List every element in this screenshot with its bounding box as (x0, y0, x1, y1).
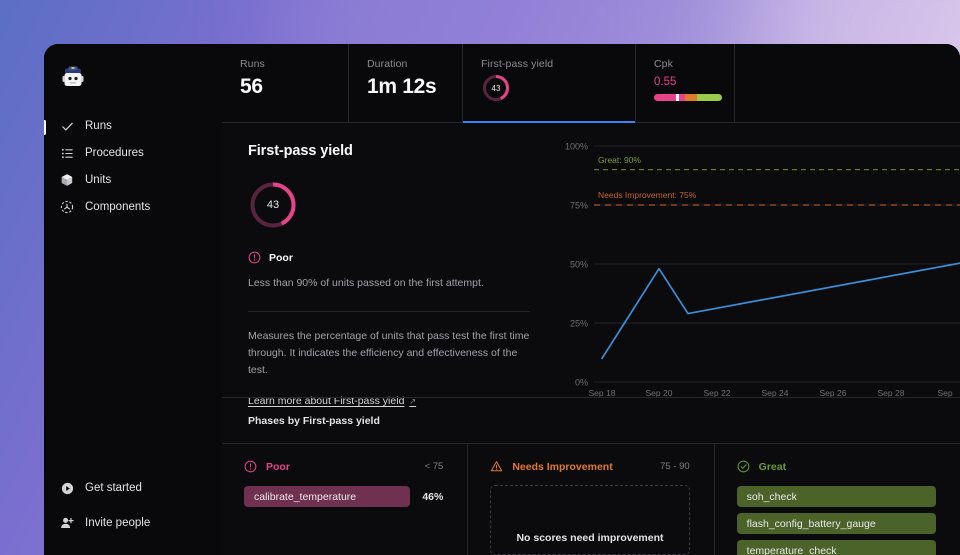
metric-card-cpk[interactable]: Cpk 0.55 (636, 44, 735, 122)
y-tick-50: 50% (570, 260, 588, 270)
phase-range: < 75 (425, 461, 444, 472)
metric-value: 0.55 (654, 76, 716, 88)
sidebar-item-units[interactable]: Units (44, 167, 222, 193)
app-window: Runs Procedures (44, 44, 960, 555)
main-content: Runs 56 Duration 1m 12s First-pass yield… (222, 44, 960, 555)
list-icon (60, 146, 74, 160)
phase-chip-label[interactable]: flash_config_battery_gauge (737, 513, 936, 534)
metric-label: Duration (367, 58, 444, 70)
sidebar-item-components[interactable]: Components (44, 194, 222, 220)
x-tick-0: Sep 18 (589, 388, 616, 397)
sidebar-item-label: Components (85, 201, 150, 213)
x-tick-2: Sep 22 (704, 388, 731, 397)
phase-empty-text: No scores need improvement (516, 532, 663, 544)
x-tick-3: Sep 24 (762, 388, 789, 397)
alert-circle-icon (244, 460, 257, 473)
sidebar-item-get-started[interactable]: Get started (44, 475, 222, 501)
phase-column-great: Great soh_check flash_config_battery_gau… (715, 444, 960, 555)
y-tick-25: 25% (570, 319, 588, 329)
metrics-strip: Runs 56 Duration 1m 12s First-pass yield… (222, 44, 960, 123)
cube-icon (60, 173, 74, 187)
y-tick-75: 75% (570, 201, 588, 211)
metric-card-first-pass-yield[interactable]: First-pass yield 43 (463, 44, 636, 122)
phase-header: Poor < 75 (244, 460, 443, 473)
metric-label: First-pass yield (481, 58, 617, 70)
cpk-marker (676, 94, 679, 101)
x-tick-5: Sep 28 (878, 388, 905, 397)
metric-value: 1m 12s (367, 75, 444, 99)
sidebar-item-label: Runs (85, 120, 112, 132)
cpk-range-bar (654, 94, 722, 101)
sidebar: Runs Procedures (44, 44, 222, 555)
y-tick-0: 0% (575, 378, 588, 388)
phases-title: Phases by First-pass yield (222, 398, 960, 443)
metric-donut-value: 43 (481, 73, 511, 103)
first-pass-yield-gauge: 43 (248, 180, 298, 230)
phases-section: Phases by First-pass yield (222, 397, 960, 555)
robot-mascot-icon[interactable] (60, 65, 86, 91)
metric-label: Cpk (654, 58, 716, 70)
phase-columns: Poor < 75 calibrate_temperature 46% (222, 443, 960, 555)
components-icon (60, 200, 74, 214)
x-tick-6: Sep (937, 388, 952, 397)
chart-svg: 100% 75% 50% 25% 0% Great: 90% Needs Imp… (552, 137, 960, 397)
detail-and-chart: First-pass yield 43 (222, 123, 960, 397)
x-tick-4: Sep 26 (820, 388, 847, 397)
phase-header: Great (737, 460, 936, 473)
metric-donut-gauge: 43 (481, 73, 511, 103)
phase-chip-label[interactable]: temperature_check (737, 540, 936, 555)
phase-column-needs-improvement: Needs Improvement 75 - 90 No scores need… (468, 444, 714, 555)
threshold-label-needs-improvement: Needs Improvement: 75% (598, 190, 697, 200)
metric-value: 56 (240, 75, 330, 99)
phase-column-poor: Poor < 75 calibrate_temperature 46% (222, 444, 468, 555)
gauge-value: 43 (248, 180, 298, 230)
alert-circle-icon (248, 251, 261, 264)
x-tick-1: Sep 20 (646, 388, 673, 397)
detail-panel: First-pass yield 43 (222, 123, 552, 397)
status-badge: Poor (248, 251, 530, 264)
play-circle-icon (60, 481, 74, 495)
metrics-empty-area (735, 44, 960, 122)
chart-line-series (602, 236, 960, 359)
trend-chart: 100% 75% 50% 25% 0% Great: 90% Needs Imp… (552, 123, 960, 397)
status-summary: Less than 90% of units passed on the fir… (248, 276, 530, 291)
user-plus-icon (60, 516, 74, 530)
check-circle-icon (737, 460, 750, 473)
metric-card-runs[interactable]: Runs 56 (222, 44, 349, 122)
sidebar-item-invite-people[interactable]: Invite people (44, 510, 222, 536)
sidebar-spacer (44, 221, 222, 475)
divider (248, 311, 530, 312)
status-label: Poor (269, 252, 293, 264)
threshold-label-great: Great: 90% (598, 155, 641, 165)
phase-chip-value: 46% (422, 491, 443, 503)
y-tick-100: 100% (565, 142, 588, 152)
phase-chip-label: calibrate_temperature (244, 486, 410, 507)
sidebar-item-runs[interactable]: Runs (44, 113, 222, 139)
phase-range: 75 - 90 (660, 461, 690, 472)
warning-triangle-icon (490, 460, 503, 473)
phase-chip-label[interactable]: soh_check (737, 486, 936, 507)
metric-label: Runs (240, 58, 330, 70)
phase-name: Needs Improvement (512, 461, 612, 473)
phase-chip-stack: soh_check flash_config_battery_gauge tem… (737, 486, 936, 555)
phase-empty-state: No scores need improvement (490, 485, 689, 555)
sidebar-item-label: Invite people (85, 517, 150, 529)
phase-name: Poor (266, 461, 290, 473)
metric-card-duration[interactable]: Duration 1m 12s (349, 44, 463, 122)
phase-header: Needs Improvement 75 - 90 (490, 460, 689, 473)
sidebar-item-label: Units (85, 174, 111, 186)
sidebar-item-label: Procedures (85, 147, 144, 159)
metric-description: Measures the percentage of units that pa… (248, 328, 530, 379)
page-title: First-pass yield (248, 143, 530, 159)
sidebar-item-label: Get started (85, 482, 142, 494)
sidebar-bottom-nav: Get started Invite people (44, 475, 222, 555)
sidebar-nav: Runs Procedures (44, 113, 222, 221)
phase-name: Great (759, 461, 786, 473)
gauge-container: 43 (248, 180, 530, 230)
phase-item-row[interactable]: calibrate_temperature 46% (244, 486, 443, 507)
sidebar-item-procedures[interactable]: Procedures (44, 140, 222, 166)
check-icon (60, 119, 74, 133)
